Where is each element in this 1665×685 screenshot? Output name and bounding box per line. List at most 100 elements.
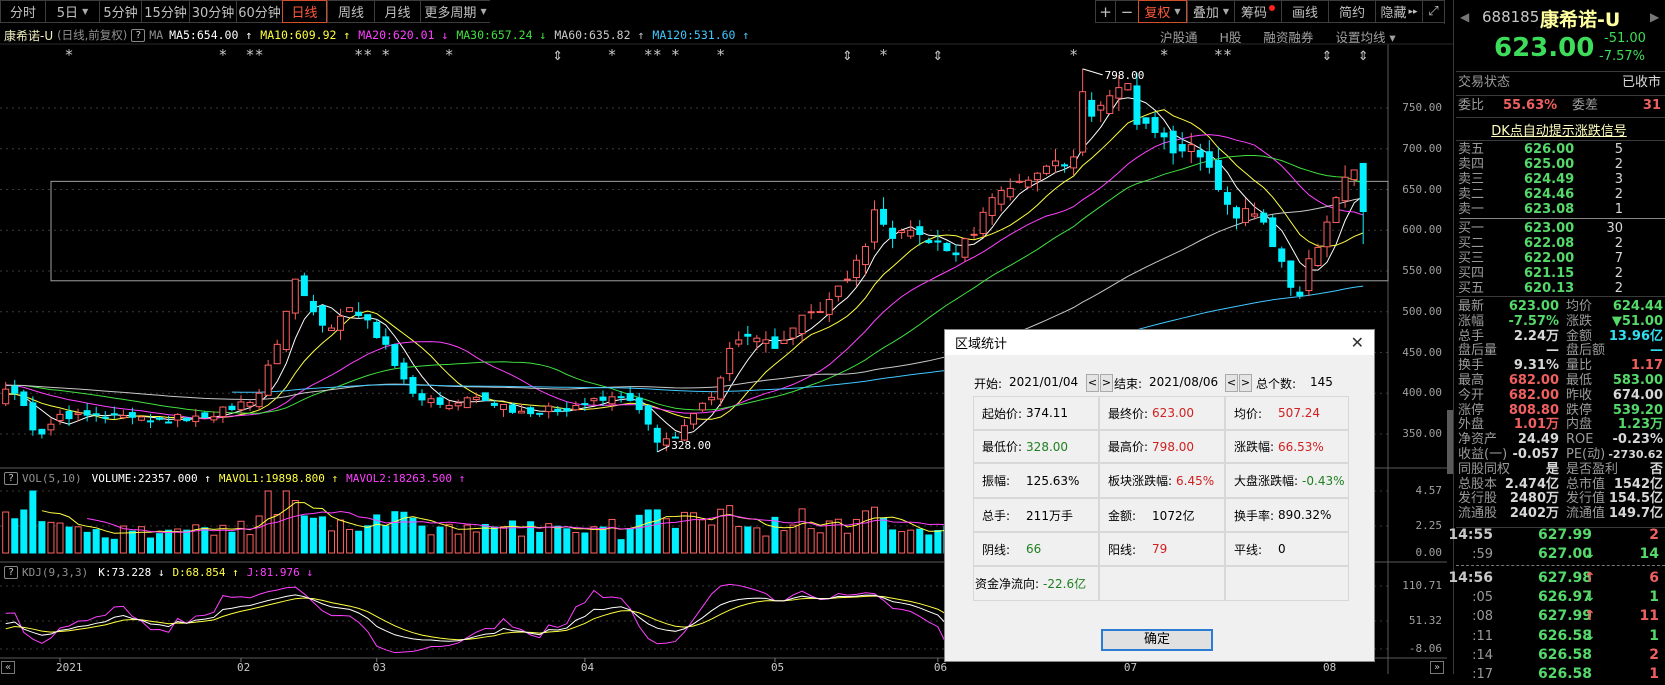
info-pin-icon[interactable]: ⇕ [1358, 49, 1369, 64]
candle-up [472, 396, 480, 401]
volume-bar-up [608, 518, 616, 554]
tick-qty: 11 [1639, 608, 1659, 625]
ask-row-4[interactable]: 卖一 623.08 1 [1458, 202, 1663, 217]
stat-label: 总手 [1458, 328, 1485, 344]
info-pin-icon[interactable]: ⇕ [1322, 49, 1333, 64]
price-change-pct: -7.57% [1599, 49, 1645, 64]
info-star-icon[interactable]: * [246, 46, 254, 64]
info-pin-icon[interactable]: ⇕ [932, 49, 943, 64]
ask-row-2[interactable]: 卖三 624.49 3 [1458, 172, 1663, 187]
candle-down [509, 404, 516, 413]
volume-bar-down [20, 509, 28, 554]
info-pin-icon[interactable]: ⇕ [552, 49, 563, 64]
candle-up [1314, 246, 1322, 266]
candle-down [92, 413, 100, 416]
info-star-icon[interactable]: * [364, 46, 372, 64]
tick-qty: 14 [1639, 546, 1659, 563]
candle-down [436, 397, 444, 405]
info-star-icon[interactable]: * [1160, 46, 1168, 64]
dialog-title: 区域统计 [955, 337, 1008, 352]
scroll-left-button[interactable]: « [1, 661, 15, 674]
next-stock-arrow-icon[interactable]: ▶ [1650, 10, 1659, 24]
bid-row-0[interactable]: 买一 623.00 30 [1458, 221, 1663, 236]
stat-value: -2730.62 [1608, 448, 1663, 461]
stat-value: 24.49 [1517, 432, 1559, 448]
candle-up [708, 396, 716, 401]
info-pin-icon[interactable]: ⇕ [842, 49, 853, 64]
volume-bar-up [690, 512, 697, 554]
info-star-icon[interactable]: * [717, 46, 725, 64]
stats-cell: 总手: 211万手 [973, 498, 1099, 532]
bid-row-3[interactable]: 买四 621.15 2 [1458, 266, 1663, 281]
candle-up [346, 307, 354, 313]
end-next-button[interactable]: > [1239, 374, 1252, 392]
info-star-icon[interactable]: * [608, 46, 616, 64]
date-axis-label: 05 [770, 661, 785, 674]
candle-up [735, 339, 743, 345]
volume-bar-up [291, 500, 299, 554]
start-next-button[interactable]: > [1100, 374, 1113, 392]
candle-down [110, 413, 118, 416]
start-prev-button[interactable]: < [1086, 374, 1099, 392]
bid-row-4[interactable]: 买五 620.13 2 [1458, 281, 1663, 296]
stat-row-5: 最高 682.00 最低 583.00 [1458, 373, 1663, 388]
volume-bar-up [798, 508, 806, 554]
ask-row-1[interactable]: 卖四 625.00 2 [1458, 157, 1663, 172]
info-star-icon[interactable]: * [1224, 46, 1232, 64]
info-star-icon[interactable]: * [355, 46, 363, 64]
tick-time: :08 [1472, 609, 1493, 625]
ok-button[interactable]: 确定 [1101, 629, 1213, 651]
volume-bar-down [11, 518, 19, 554]
kdj-help-button[interactable]: ? [4, 566, 19, 579]
info-star-icon[interactable]: * [645, 46, 653, 64]
volume-bar-up [56, 522, 64, 554]
info-star-icon[interactable]: * [382, 46, 390, 64]
close-icon[interactable]: ✕ [1351, 333, 1364, 352]
prev-stock-arrow-icon[interactable]: ◀ [1460, 10, 1469, 24]
volume-bar-up [680, 511, 688, 554]
dk-signal-link[interactable]: DK点自动提示涨跌信号 [1454, 120, 1664, 139]
stats-cell-label: 资金净流向: [975, 577, 1040, 591]
stat-value: 2480万 [1509, 491, 1559, 507]
candle-up [852, 259, 860, 279]
info-star-icon[interactable]: * [445, 46, 453, 64]
info-star-icon[interactable]: * [654, 46, 662, 64]
stat-row-13: 发行股 2480万 发行值 154.5亿 [1458, 491, 1663, 506]
candle-down [83, 410, 91, 416]
bid-row-1[interactable]: 买二 622.08 2 [1458, 236, 1663, 251]
bid-label: 买二 [1458, 236, 1485, 251]
stat-row-6: 今开 682.00 昨收 674.00 [1458, 388, 1663, 403]
info-star-icon[interactable]: * [65, 46, 73, 64]
candle-down [744, 333, 752, 337]
volume-bar-down [201, 527, 209, 554]
ask-row-0[interactable]: 卖五 626.00 5 [1458, 142, 1663, 157]
candle-down [65, 410, 73, 420]
stats-cell: 换手率: 890.32% [1225, 498, 1349, 532]
candle-down [653, 427, 661, 443]
candle-up [264, 364, 272, 396]
stats-cell-value: -22.6亿 [1043, 577, 1087, 591]
trade-status-label: 交易状态 [1458, 75, 1511, 90]
candle-up [174, 413, 182, 421]
info-star-icon[interactable]: * [1070, 46, 1078, 64]
end-prev-button[interactable]: < [1225, 374, 1238, 392]
info-star-icon[interactable]: * [672, 46, 680, 64]
bid-row-2[interactable]: 买三 622.00 7 [1458, 251, 1663, 266]
stats-cell-label: 涨跌幅: [1234, 440, 1275, 454]
vol-help-button[interactable]: ? [4, 472, 19, 485]
stats-cell: 最低价: 328.00 [973, 430, 1099, 463]
candle-up [1015, 180, 1023, 183]
info-star-icon[interactable]: * [219, 46, 227, 64]
info-star-icon[interactable]: * [880, 46, 888, 64]
candle-down [156, 417, 164, 420]
stat-row-12: 总股本 2.474亿 总市值 1542亿 [1458, 477, 1663, 492]
bid-price: 622.08 [1524, 236, 1575, 251]
info-star-icon[interactable]: * [1215, 46, 1223, 64]
stat-row-14: 流通股 2402万 流通值 149.7亿 [1458, 506, 1663, 521]
ask-row-3[interactable]: 卖二 624.46 2 [1458, 187, 1663, 202]
candle-down [1133, 85, 1141, 125]
stat-label: 盘后量 [1458, 343, 1498, 359]
scroll-right-button[interactable]: » [1430, 661, 1444, 674]
info-star-icon[interactable]: * [255, 46, 263, 64]
arrow-down-icon: ↓ [1584, 627, 1596, 644]
